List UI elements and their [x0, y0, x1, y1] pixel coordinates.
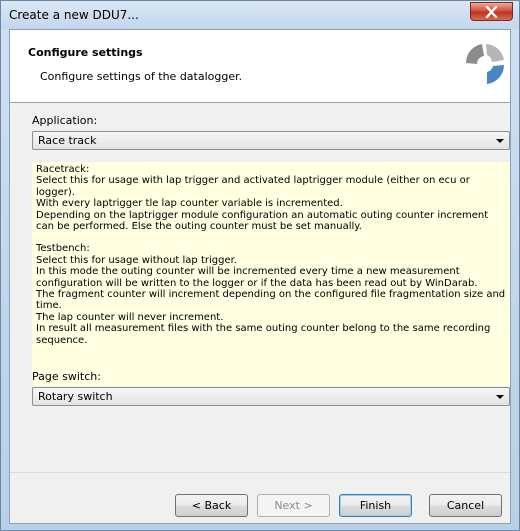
page-switch-label: Page switch:	[32, 370, 101, 383]
page-switch-value: Rotary switch	[38, 390, 113, 403]
info-box: Racetrack: Select this for usage with la…	[32, 162, 510, 386]
info-text: In this mode the outing counter will be …	[36, 266, 478, 289]
back-button[interactable]: < Back	[175, 494, 248, 517]
application-label: Application:	[32, 114, 98, 127]
logo-icon	[465, 44, 505, 84]
application-select[interactable]: Race track	[32, 131, 510, 150]
title-bar[interactable]: Create a new DDU7...	[1, 1, 519, 29]
window-title: Create a new DDU7...	[9, 8, 139, 22]
wizard-client-area: Configure settings Configure settings of…	[9, 29, 511, 524]
page-switch-select[interactable]: Rotary switch	[32, 387, 510, 406]
info-text: Select this for usage with lap trigger a…	[36, 175, 470, 198]
chevron-down-icon	[496, 139, 504, 143]
info-text: The lap counter will never increment.	[36, 311, 224, 323]
info-heading-racetrack: Racetrack:	[36, 164, 90, 175]
info-text: In result all measurement files with the…	[36, 323, 491, 346]
cancel-button[interactable]: Cancel	[429, 494, 502, 517]
page-subtitle: Configure settings of the datalogger.	[40, 70, 243, 83]
page-title: Configure settings	[28, 46, 143, 59]
wizard-window: Create a new DDU7... Configure settings …	[0, 0, 520, 531]
info-text: Depending on the laptrigger module confi…	[36, 209, 489, 233]
info-text: The fragment counter will increment depe…	[36, 289, 506, 312]
info-text: With every laptrigger tle lap counter va…	[36, 198, 343, 210]
next-button[interactable]: Next >	[257, 494, 330, 517]
close-icon	[485, 6, 498, 18]
divider	[10, 472, 510, 473]
finish-button[interactable]: Finish	[339, 494, 412, 517]
info-text: Select this for usage without lap trigge…	[36, 254, 237, 266]
application-value: Race track	[38, 134, 97, 147]
chevron-down-icon	[496, 395, 504, 399]
wizard-header: Configure settings Configure settings of…	[10, 30, 510, 103]
close-button[interactable]	[470, 2, 513, 21]
info-heading-testbench: Testbench:	[36, 243, 90, 255]
